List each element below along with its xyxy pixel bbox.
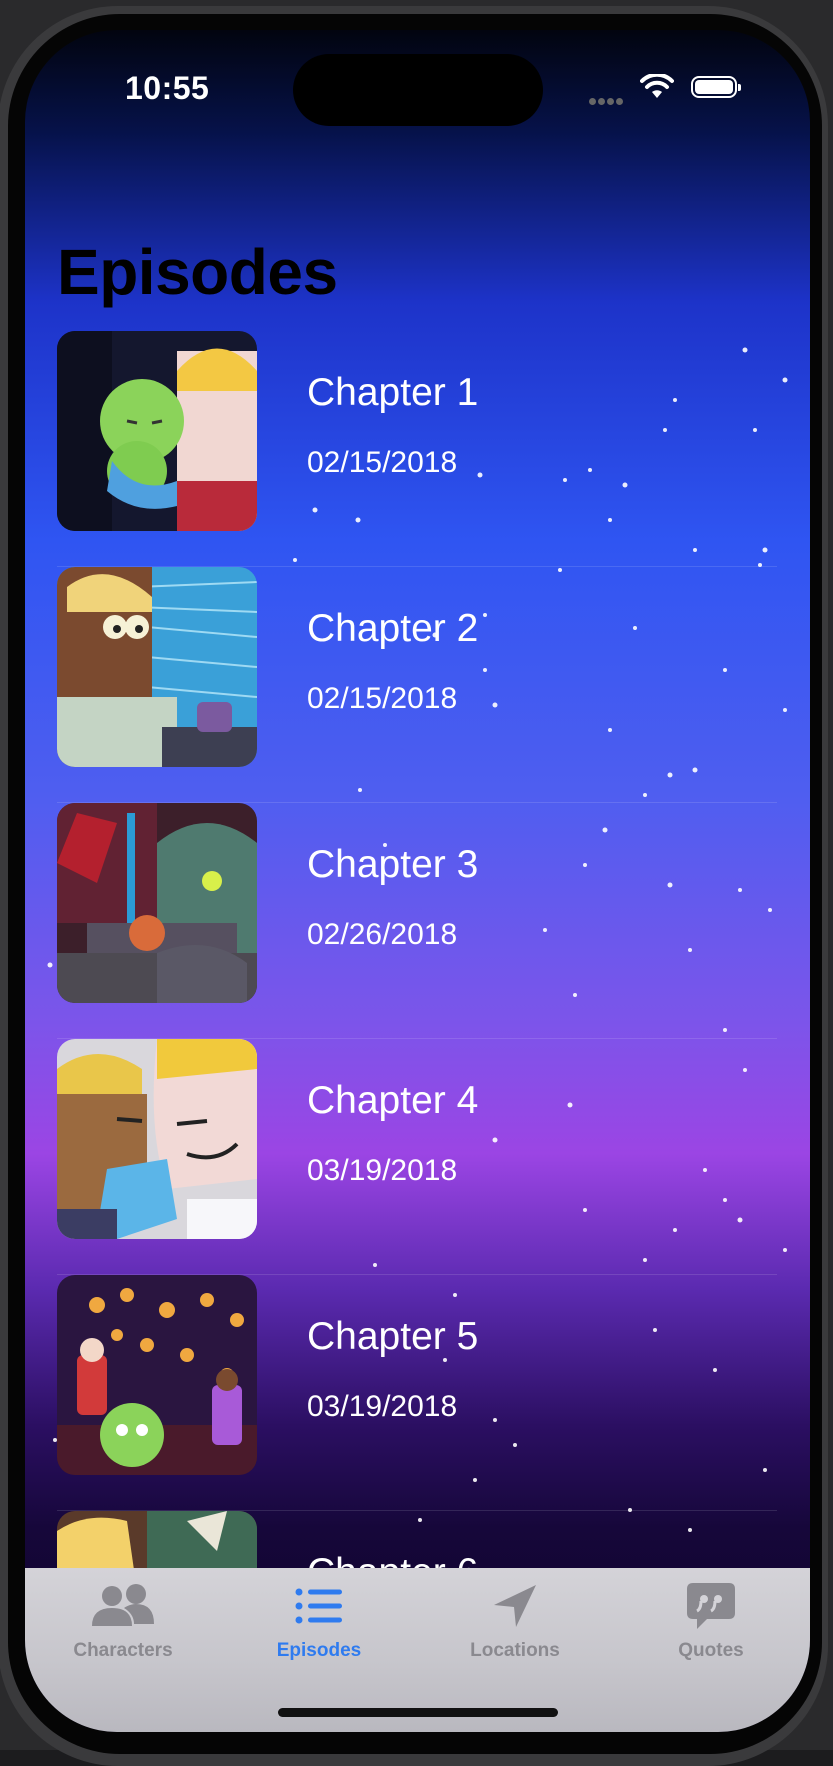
episode-title: Chapter 1 xyxy=(307,371,479,414)
episode-thumbnail xyxy=(57,331,257,531)
list-icon xyxy=(295,1588,342,1624)
home-indicator xyxy=(278,1708,558,1717)
list-item[interactable]: Chapter 5 03/19/2018 xyxy=(57,1275,777,1511)
list-item[interactable]: Chapter 3 02/26/2018 xyxy=(57,803,777,1039)
people-icon xyxy=(92,1584,154,1626)
tab-locations[interactable]: Locations xyxy=(435,1582,595,1662)
episode-title: Chapter 5 xyxy=(307,1315,479,1358)
tab-label: Episodes xyxy=(276,1640,362,1661)
tab-label: Locations xyxy=(470,1640,560,1661)
episode-title: Chapter 3 xyxy=(307,843,479,886)
episode-date: 02/15/2018 xyxy=(307,446,458,479)
cellular-signal-icon xyxy=(589,92,627,105)
episode-date: 03/19/2018 xyxy=(307,1154,458,1187)
episode-date: 02/26/2018 xyxy=(307,918,458,951)
episode-title: Chapter 2 xyxy=(307,607,479,650)
tab-quotes[interactable]: Quotes xyxy=(631,1582,791,1662)
wifi-icon xyxy=(640,74,674,98)
quote-bubble-icon xyxy=(687,1583,735,1629)
tab-label: Quotes xyxy=(678,1640,744,1661)
list-item[interactable]: Chapter 2 02/15/2018 xyxy=(57,567,777,803)
episode-date: 02/15/2018 xyxy=(307,682,458,715)
location-arrow-icon xyxy=(494,1585,536,1627)
episode-thumbnail xyxy=(57,1275,257,1475)
episode-title: Chapter 4 xyxy=(307,1079,479,1122)
battery-icon xyxy=(691,76,741,98)
episode-date: 03/19/2018 xyxy=(307,1390,458,1423)
tab-label: Characters xyxy=(73,1640,173,1661)
dynamic-island xyxy=(293,54,543,126)
app-screen: 10:55 Episodes Chapter 1 02/15/2018 Chap… xyxy=(25,30,810,1732)
list-item[interactable]: Chapter 4 03/19/2018 xyxy=(57,1039,777,1275)
tab-characters[interactable]: Characters xyxy=(43,1582,203,1662)
episode-thumbnail xyxy=(57,567,257,767)
episodes-list[interactable]: Chapter 1 02/15/2018 Chapter 2 02/15/201… xyxy=(57,331,777,1732)
status-time: 10:55 xyxy=(125,70,210,106)
page-title: Episodes xyxy=(57,236,338,308)
episode-thumbnail xyxy=(57,803,257,1003)
tab-episodes[interactable]: Episodes xyxy=(239,1582,399,1662)
status-bar: 10:55 xyxy=(25,30,810,130)
episode-thumbnail xyxy=(57,1039,257,1239)
list-item[interactable]: Chapter 1 02/15/2018 xyxy=(57,331,777,567)
